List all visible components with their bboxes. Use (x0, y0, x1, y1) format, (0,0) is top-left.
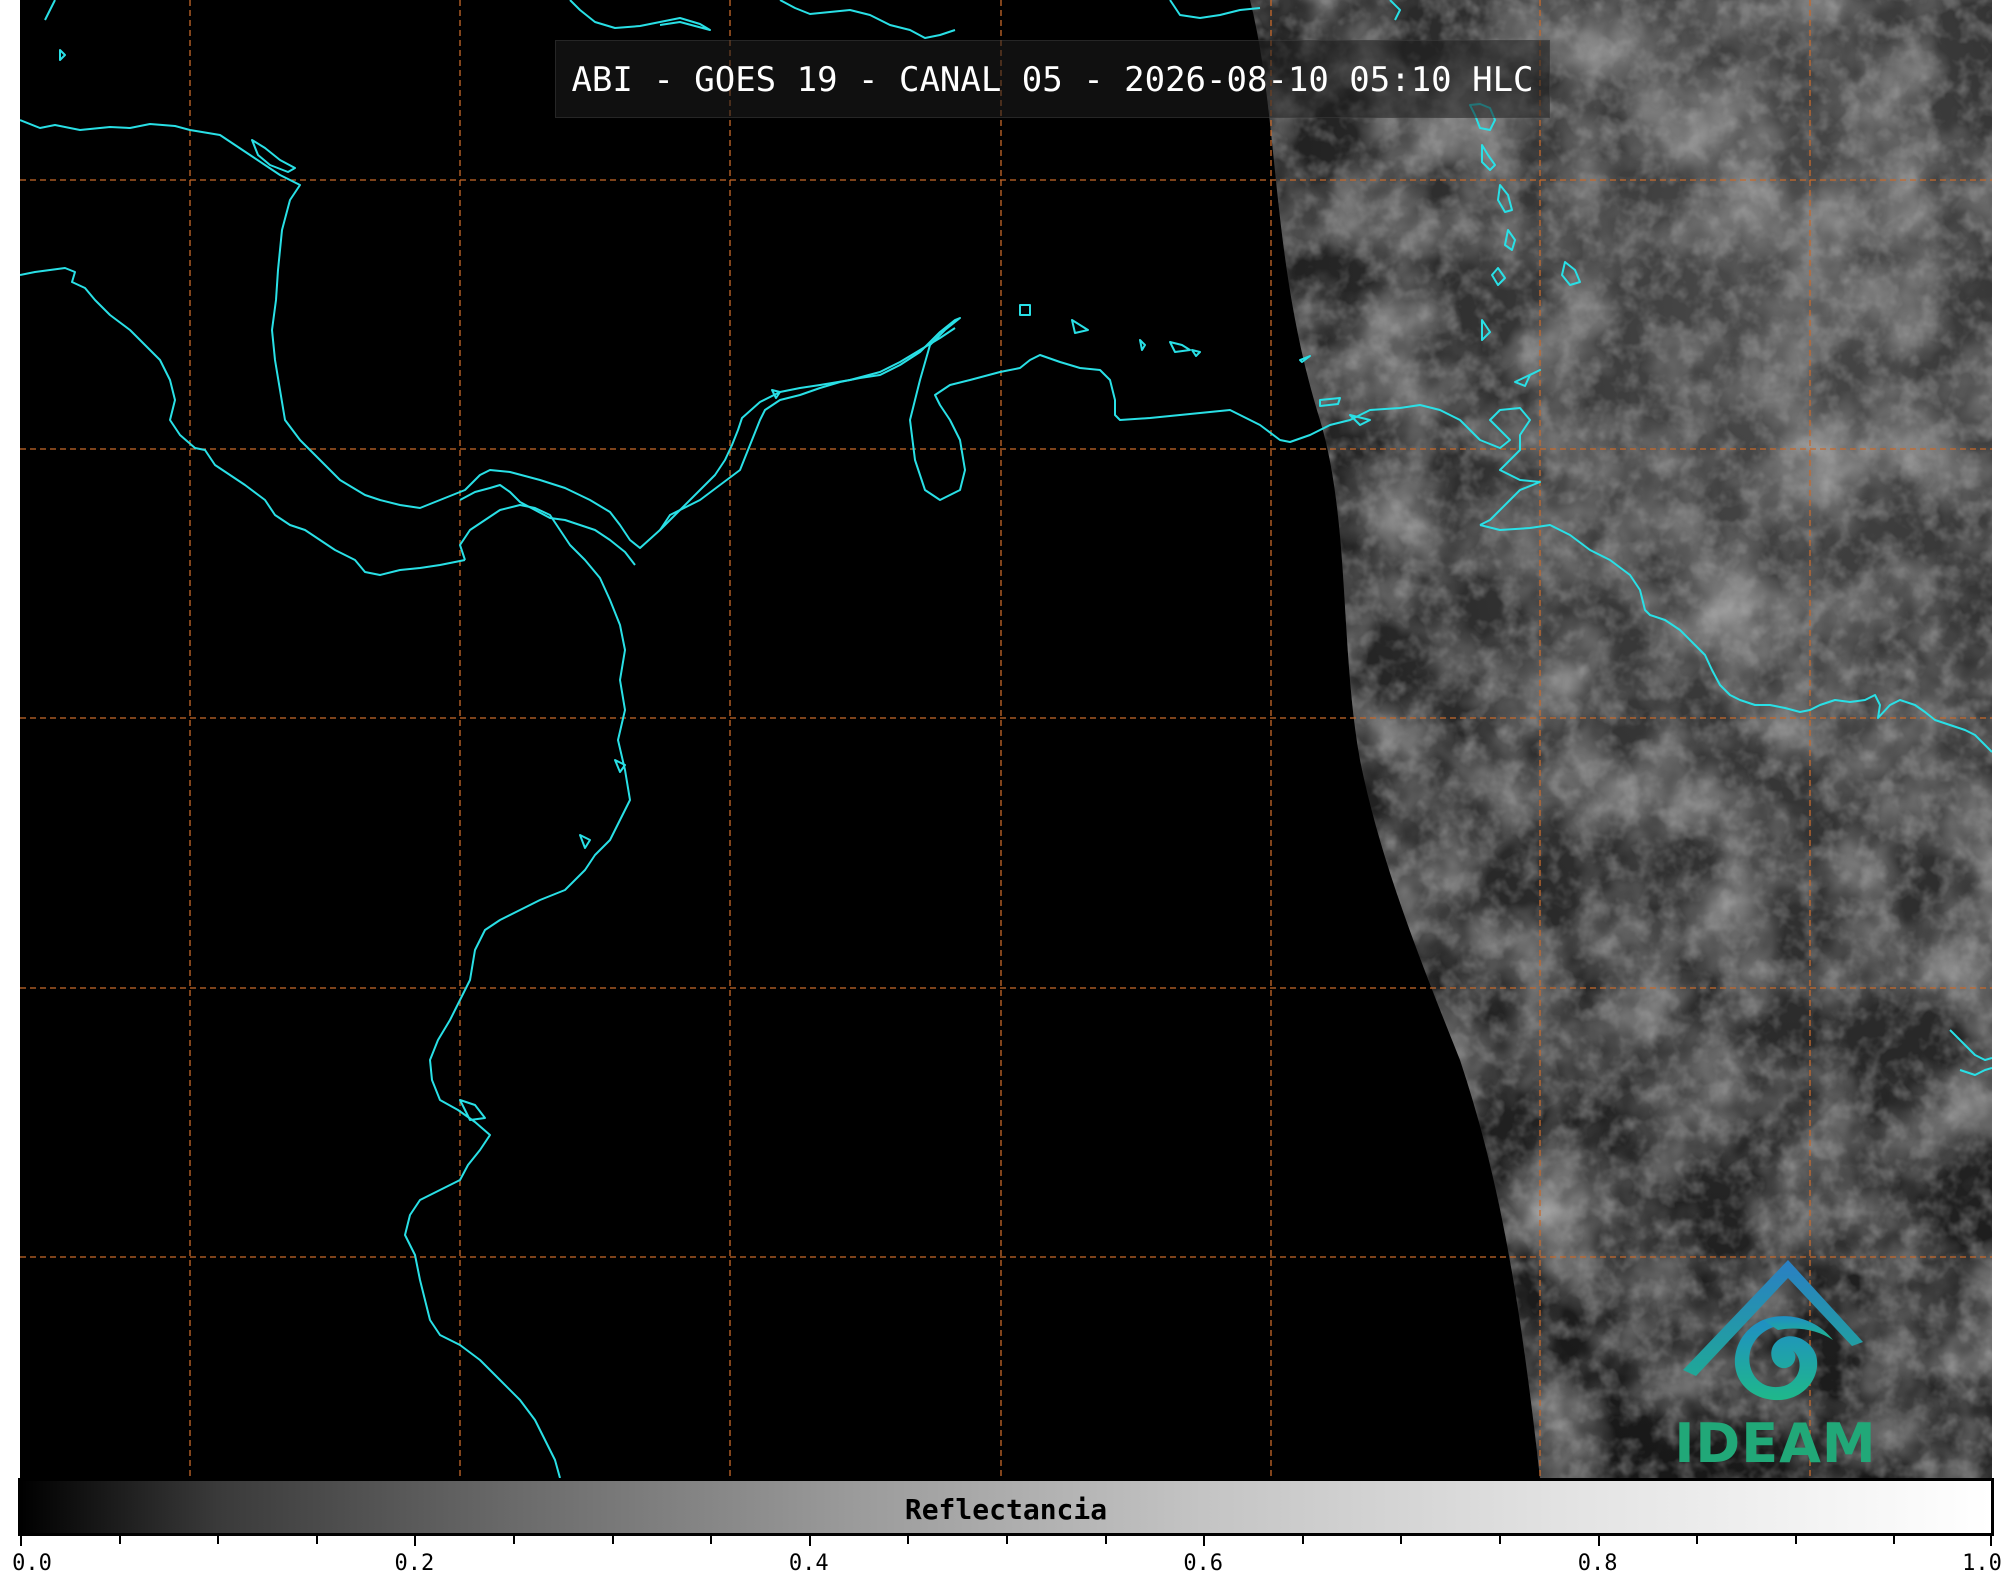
colorbar-major-tick (808, 1536, 811, 1546)
ideam-logo-text: IDEAM (1674, 1412, 1877, 1475)
colorbar-minor-tick (1499, 1536, 1501, 1544)
colorbar-minor-tick (217, 1536, 220, 1544)
colorbar-major-tick (414, 1536, 417, 1546)
colorbar: Reflectancia (18, 1478, 1994, 1536)
colorbar-ticks: 0.0 0.2 0.4 0.6 0.8 1.0 (12, 1536, 2002, 1577)
colorbar-minor-tick (1006, 1536, 1008, 1544)
ideam-logo: IDEAM (1668, 1250, 1908, 1475)
colorbar-minor-tick (1301, 1536, 1304, 1544)
colorbar-major-tick (1203, 1536, 1206, 1546)
colorbar-minor-tick (315, 1536, 318, 1544)
colorbar-major-tick (1597, 1536, 1600, 1546)
colorbar-minor-tick (1696, 1536, 1699, 1544)
colorbar-tick-label: 0.4 (788, 1551, 829, 1576)
colorbar-minor-tick (1893, 1536, 1896, 1544)
colorbar-label: Reflectancia (904, 1493, 1108, 1526)
colorbar-minor-tick (513, 1536, 515, 1544)
colorbar-major-tick (20, 1536, 22, 1546)
ideam-emblem (1683, 1260, 1863, 1401)
colorbar-tick-label: 0.2 (394, 1551, 435, 1576)
colorbar-minor-tick (1104, 1536, 1107, 1544)
colorbar-tick-label: 0.0 (12, 1551, 52, 1576)
colorbar-tick-label: 0.6 (1183, 1551, 1224, 1576)
colorbar-minor-tick (611, 1536, 614, 1544)
colorbar-tick-label: 1.0 (1962, 1551, 2002, 1576)
colorbar-minor-tick (1400, 1536, 1403, 1544)
colorbar-minor-tick (907, 1536, 910, 1544)
colorbar-minor-tick (1794, 1536, 1797, 1544)
colorbar-minor-tick (710, 1536, 713, 1544)
map-title: ABI - GOES 19 - CANAL 05 - 2026-08-10 05… (555, 40, 1550, 118)
colorbar-major-tick (1990, 1536, 1992, 1546)
colorbar-tick-label: 0.8 (1577, 1551, 1618, 1576)
colorbar-minor-tick (118, 1536, 121, 1544)
satellite-map: ABI - GOES 19 - CANAL 05 - 2026-08-10 05… (20, 0, 1992, 1478)
